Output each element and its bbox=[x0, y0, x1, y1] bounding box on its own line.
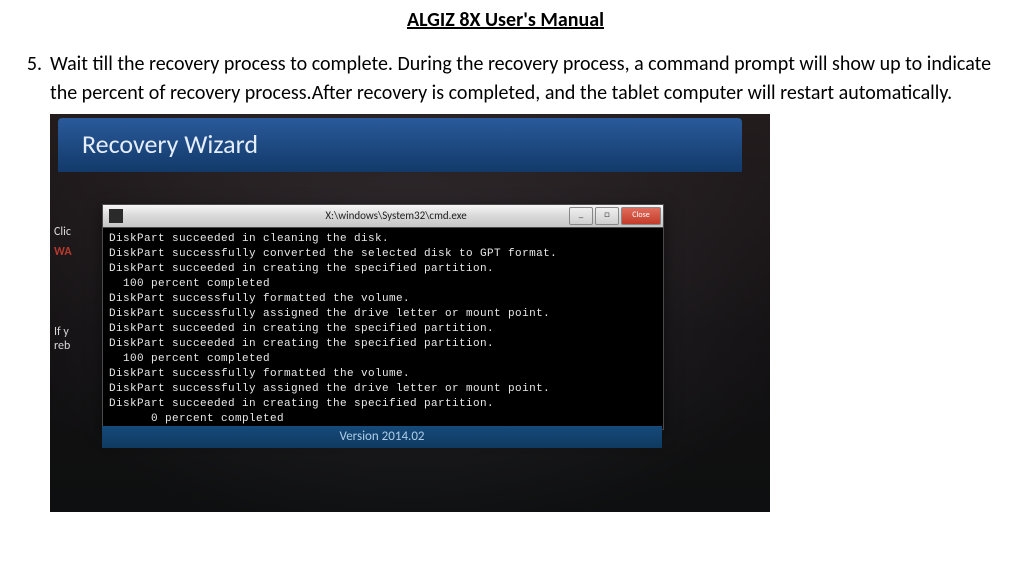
step-number: 5. bbox=[2, 50, 50, 79]
step-text: Wait till the recovery process to comple… bbox=[50, 50, 1009, 108]
cmd-icon bbox=[109, 209, 123, 223]
cmd-line: DiskPart succeeded in creating the speci… bbox=[109, 397, 657, 412]
wizard-title: Recovery Wizard bbox=[82, 126, 258, 164]
cmd-line: DiskPart successfully assigned the drive… bbox=[109, 382, 657, 397]
cmd-titlebar: X:\windows\System32\cmd.exe _ □ Close bbox=[103, 205, 663, 228]
cmd-window: X:\windows\System32\cmd.exe _ □ Close Di… bbox=[102, 204, 664, 430]
maximize-button[interactable]: □ bbox=[595, 207, 619, 225]
cmd-window-buttons: _ □ Close bbox=[569, 207, 661, 225]
cmd-line: DiskPart successfully formatted the volu… bbox=[109, 292, 657, 307]
cmd-line: 100 percent completed bbox=[109, 352, 657, 367]
wizard-titlebar: Recovery Wizard bbox=[58, 118, 742, 172]
minimize-button[interactable]: _ bbox=[569, 207, 593, 225]
cmd-line: 0 percent completed bbox=[109, 412, 657, 427]
wizard-version-bar: Version 2014.02 bbox=[102, 426, 662, 448]
cmd-line: DiskPart succeeded in cleaning the disk. bbox=[109, 232, 657, 247]
cmd-line: DiskPart succeeded in creating the speci… bbox=[109, 322, 657, 337]
wizard-bg-text: WA bbox=[54, 244, 72, 261]
step-body: Wait till the recovery process to comple… bbox=[50, 50, 1009, 512]
cmd-line: DiskPart succeeded in creating the speci… bbox=[109, 337, 657, 352]
wizard-bg-text: reb bbox=[54, 338, 70, 355]
document-page: ALGIZ 8X User's Manual 5. Wait till the … bbox=[0, 0, 1011, 532]
cmd-output: DiskPart succeeded in cleaning the disk.… bbox=[103, 228, 663, 429]
cmd-line: DiskPart successfully assigned the drive… bbox=[109, 307, 657, 322]
cmd-line: DiskPart successfully converted the sele… bbox=[109, 247, 657, 262]
step-5: 5. Wait till the recovery process to com… bbox=[2, 50, 1009, 512]
cmd-line: DiskPart succeeded in creating the speci… bbox=[109, 262, 657, 277]
close-button[interactable]: Close bbox=[621, 207, 661, 225]
page-title: ALGIZ 8X User's Manual bbox=[2, 8, 1009, 32]
wizard-bg-text: Clic bbox=[54, 224, 71, 241]
recovery-screenshot: Recovery Wizard Clic WA If y reb X:\wind… bbox=[50, 114, 770, 512]
wizard-version-label: Version 2014.02 bbox=[339, 428, 424, 447]
cmd-line: 100 percent completed bbox=[109, 277, 657, 292]
cmd-line: DiskPart successfully formatted the volu… bbox=[109, 367, 657, 382]
